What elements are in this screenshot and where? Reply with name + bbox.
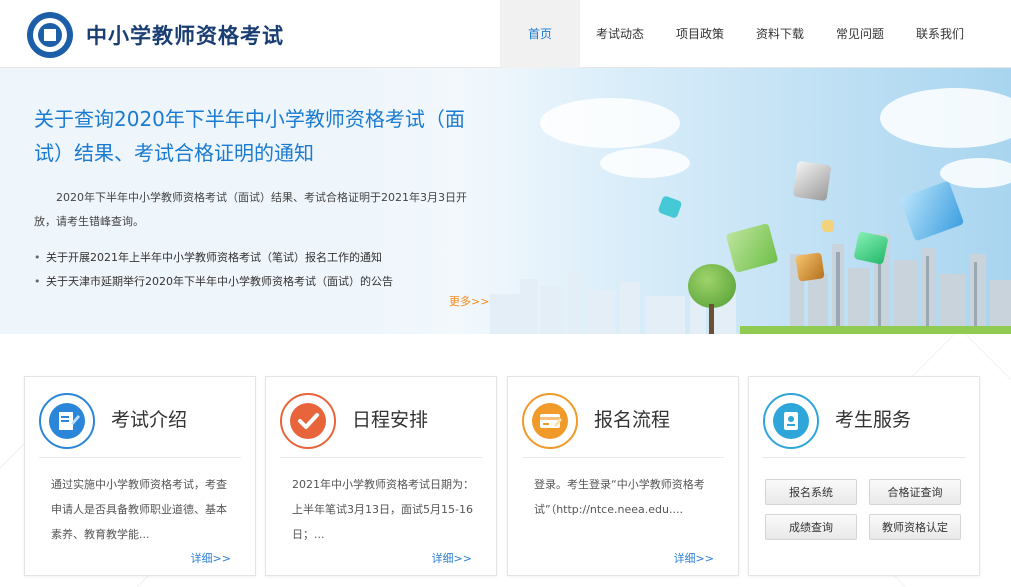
- logo-icon[interactable]: [27, 12, 73, 58]
- card-title[interactable]: 考试介绍: [111, 405, 187, 432]
- card-schedule: 日程安排 2021年中小学教师资格考试日期为：上半年笔试3月13日，面试5月15…: [265, 376, 497, 576]
- nav-item-home[interactable]: 首页: [500, 0, 580, 68]
- card-description: 通过实施中小学教师资格考试，考查申请人是否具备教师职业道德、基本素养、教育教学能…: [51, 478, 227, 541]
- news-list: 关于开展2021年上半年中小学教师资格考试（笔试）报名工作的通知 关于天津市延期…: [34, 246, 393, 294]
- card-title[interactable]: 报名流程: [594, 405, 670, 432]
- main-nav: 首页 考试动态 项目政策 资料下载 常见问题 联系我们: [500, 0, 980, 68]
- card-more-link[interactable]: 详细>>: [432, 550, 472, 566]
- card-title[interactable]: 日程安排: [352, 405, 428, 432]
- nav-item-faq[interactable]: 常见问题: [820, 0, 900, 68]
- certificate-query-button[interactable]: 合格证查询: [869, 479, 961, 505]
- banner-body-text: 2020年下半年中小学教师资格考试（面试）结果、考试合格证明于2021年3月3日…: [34, 191, 467, 228]
- card-description: 2021年中小学教师资格考试日期为：上半年笔试3月13日，面试5月15-16日；…: [292, 478, 474, 541]
- site-header: 中小学教师资格考试 首页 考试动态 项目政策 资料下载 常见问题 联系我们: [0, 0, 1011, 68]
- card-registration-process: 报名流程 登录。考生登录“中小学教师资格考试”（http://ntce.neea…: [507, 376, 739, 576]
- nav-item-downloads[interactable]: 资料下载: [740, 0, 820, 68]
- card-candidate-services: 考生服务 报名系统 合格证查询 成绩查询 教师资格认定: [748, 376, 980, 576]
- checkmark-icon: [280, 393, 336, 449]
- news-item[interactable]: 关于开展2021年上半年中小学教师资格考试（笔试）报名工作的通知: [34, 246, 393, 270]
- teacher-qualification-button[interactable]: 教师资格认定: [869, 514, 961, 540]
- score-query-button[interactable]: 成绩查询: [765, 514, 857, 540]
- card-form-icon: [522, 393, 578, 449]
- news-banner: 关于查询2020年下半年中小学教师资格考试（面试）结果、考试合格证明的通知 20…: [0, 68, 1011, 334]
- card-more-link[interactable]: 详细>>: [191, 550, 231, 566]
- card-title[interactable]: 考生服务: [835, 405, 911, 432]
- nav-item-exam-news[interactable]: 考试动态: [580, 0, 660, 68]
- nav-item-contact[interactable]: 联系我们: [900, 0, 980, 68]
- banner-headline[interactable]: 关于查询2020年下半年中小学教师资格考试（面试）结果、考试合格证明的通知: [34, 102, 474, 170]
- card-exam-intro: 考试介绍 通过实施中小学教师资格考试，考查申请人是否具备教师职业道德、基本素养、…: [24, 376, 256, 576]
- id-badge-icon: [763, 393, 819, 449]
- banner-more-link[interactable]: 更多>>: [449, 293, 489, 309]
- edit-document-icon: [39, 393, 95, 449]
- card-more-link[interactable]: 详细>>: [674, 550, 714, 566]
- card-description: 登录。考生登录“中小学教师资格考试”（http://ntce.neea.edu.…: [534, 478, 705, 516]
- nav-item-policy[interactable]: 项目政策: [660, 0, 740, 68]
- news-item[interactable]: 关于天津市延期举行2020年下半年中小学教师资格考试（面试）的公告: [34, 270, 393, 294]
- site-title[interactable]: 中小学教师资格考试: [86, 20, 284, 50]
- registration-system-button[interactable]: 报名系统: [765, 479, 857, 505]
